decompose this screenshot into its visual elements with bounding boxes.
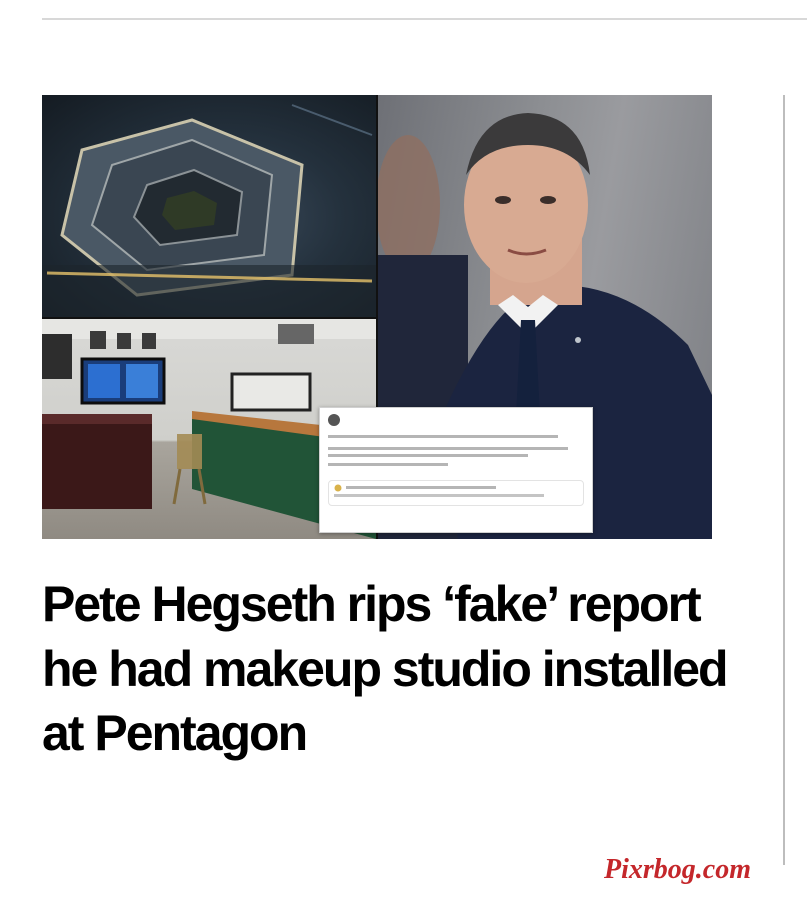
article-headline[interactable]: Pete Hegseth rips ‘fake’ report he had m… [42,572,742,766]
embedded-tweet[interactable] [319,407,593,533]
sidebar-divider [783,95,785,865]
pentagon-aerial-photo [42,95,376,317]
tweet-quote [328,480,584,507]
quote-icon [334,484,544,498]
blurred-text-lines [328,435,568,466]
top-divider [42,18,807,20]
avatar-icon [328,414,340,426]
article-image-collage[interactable] [42,95,712,539]
pentagon-illustration [42,104,376,317]
watermark: Pixrbog.com [604,854,751,885]
tweet-text-blurred [328,431,584,474]
